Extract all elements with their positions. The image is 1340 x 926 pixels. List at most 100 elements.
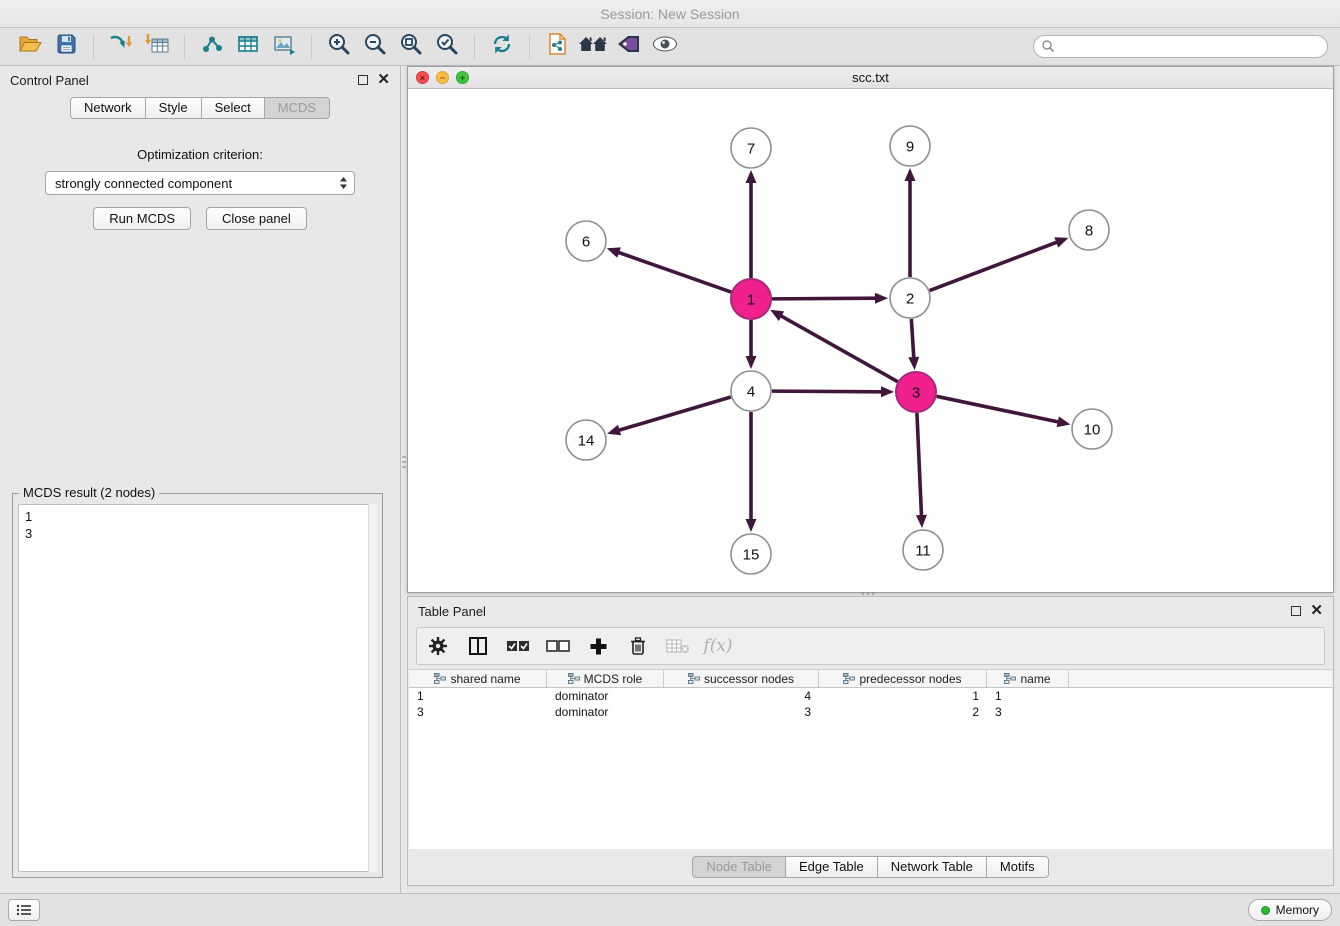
optimization-dropdown-value: strongly connected component [55, 176, 232, 191]
table-tab-motifs[interactable]: Motifs [986, 856, 1049, 878]
toolbar-separator [93, 35, 94, 59]
tab-network[interactable]: Network [70, 97, 146, 119]
window-titlebar: Session: New Session [0, 0, 1340, 28]
run-mcds-button[interactable]: Run MCDS [93, 207, 191, 230]
result-scrollbar[interactable] [368, 504, 377, 872]
graph-edge-arrowhead [1054, 237, 1068, 247]
graph-edge-arrowhead [746, 356, 757, 369]
memory-button[interactable]: Memory [1248, 899, 1332, 921]
graph-edge-1-2[interactable] [772, 298, 877, 299]
graph-edge-3-11[interactable] [917, 413, 922, 517]
float-panel-icon[interactable] [358, 75, 368, 85]
open-document-button[interactable] [539, 32, 575, 62]
new-network-button[interactable] [194, 32, 230, 62]
open-session-button[interactable] [12, 32, 48, 62]
export-image-button[interactable] [266, 32, 302, 62]
delete-row-icon[interactable] [625, 632, 651, 660]
column-header-name[interactable]: name [987, 670, 1069, 687]
column-sort-icon [688, 673, 700, 684]
graph-edge-4-14[interactable] [618, 397, 731, 431]
table-panel-header: Table Panel ✕ [408, 597, 1333, 625]
close-table-panel-icon[interactable]: ✕ [1310, 606, 1323, 616]
minimize-window-button[interactable]: − [436, 71, 449, 84]
control-panel-tabs: NetworkStyleSelectMCDS [70, 97, 330, 119]
style-tag-button[interactable] [611, 32, 647, 62]
import-network-button[interactable] [103, 32, 139, 62]
table-tab-edge-table[interactable]: Edge Table [785, 856, 878, 878]
main-toolbar [0, 28, 1340, 66]
graph-edge-arrowhead [1057, 416, 1071, 427]
table-tab-node-table[interactable]: Node Table [692, 856, 786, 878]
table-panel-title: Table Panel [418, 604, 486, 619]
search-input[interactable] [1033, 35, 1328, 58]
zoom-window-button[interactable]: + [456, 71, 469, 84]
graph-edge-1-6[interactable] [617, 252, 731, 292]
zoom-out-button[interactable] [357, 32, 393, 62]
home-button[interactable] [575, 32, 611, 62]
control-panel-header: Control Panel ✕ [0, 66, 400, 94]
task-history-button[interactable] [8, 899, 40, 921]
import-table-button[interactable] [139, 32, 175, 62]
eye-button[interactable] [647, 32, 683, 62]
zoom-fit-button[interactable] [393, 32, 429, 62]
close-panel-icon[interactable]: ✕ [377, 75, 390, 85]
network-window-titlebar: × − + scc.txt [408, 67, 1333, 89]
graph-edge-arrowhead [916, 515, 927, 528]
tab-mcds[interactable]: MCDS [264, 97, 330, 119]
network-view-window: × − + scc.txt 7968124310141511 [407, 66, 1334, 593]
column-header-predecessor-nodes[interactable]: predecessor nodes [819, 670, 987, 687]
select-all-icon[interactable] [505, 632, 531, 660]
search-field [1033, 35, 1328, 58]
graph-edge-arrowhead [746, 170, 757, 183]
node-table: shared nameMCDS rolesuccessor nodesprede… [409, 669, 1332, 849]
graph-edge-3-1[interactable] [780, 315, 898, 381]
mcds-result-group: MCDS result (2 nodes) 13 [12, 493, 383, 878]
window-title: Session: New Session [600, 6, 739, 22]
close-window-button[interactable]: × [416, 71, 429, 84]
refresh-layout-button[interactable] [484, 32, 520, 62]
graph-node-label: 10 [1084, 422, 1101, 439]
dropdown-stepper-icon [339, 176, 348, 190]
zoom-selected-button[interactable] [429, 32, 465, 62]
tab-select[interactable]: Select [201, 97, 265, 119]
graph-node-label: 3 [912, 385, 920, 402]
table-row[interactable]: 3dominator323 [409, 704, 1332, 720]
optimization-dropdown[interactable]: strongly connected component [45, 171, 355, 195]
delete-table-icon[interactable] [665, 632, 691, 660]
status-bar: Memory [0, 893, 1340, 926]
zoom-in-button[interactable] [321, 32, 357, 62]
mcds-result-line: 1 [25, 508, 370, 525]
table-panel: Table Panel ✕ [407, 596, 1334, 886]
graph-edge-4-3[interactable] [772, 391, 883, 392]
mcds-result-line: 3 [25, 525, 370, 542]
graph-node-label: 6 [582, 234, 590, 251]
table-tab-network-table[interactable]: Network Table [877, 856, 987, 878]
network-canvas[interactable]: 7968124310141511 [408, 89, 1333, 592]
add-row-icon[interactable] [585, 632, 611, 660]
application-window: Session: New Session [0, 0, 1340, 926]
function-builder-icon[interactable]: f(x) [705, 632, 731, 660]
zoom-fit-icon [399, 32, 423, 61]
close-panel-button[interactable]: Close panel [206, 207, 307, 230]
graph-edge-2-3[interactable] [911, 319, 914, 359]
table-cell: 2 [819, 705, 987, 719]
graph-node-label: 14 [578, 433, 595, 450]
graph-edge-2-8[interactable] [930, 242, 1059, 291]
table-row[interactable]: 1dominator411 [409, 688, 1332, 704]
open-document-icon [546, 32, 568, 61]
graph-edge-3-10[interactable] [937, 396, 1060, 422]
graph-edge-arrowhead [746, 519, 757, 532]
new-table-button[interactable] [230, 32, 266, 62]
toolbar-separator [184, 35, 185, 59]
column-header-MCDS-role[interactable]: MCDS role [547, 670, 664, 687]
column-header-successor-nodes[interactable]: successor nodes [664, 670, 819, 687]
float-table-panel-icon[interactable] [1291, 606, 1301, 616]
tab-style[interactable]: Style [145, 97, 202, 119]
deselect-all-icon[interactable] [545, 632, 571, 660]
mcds-result-title: MCDS result (2 nodes) [19, 485, 159, 500]
column-header-shared-name[interactable]: shared name [409, 670, 547, 687]
column-visibility-icon[interactable] [465, 632, 491, 660]
control-panel-title: Control Panel [10, 73, 89, 88]
settings-gear-icon[interactable] [425, 632, 451, 660]
save-session-button[interactable] [48, 32, 84, 62]
